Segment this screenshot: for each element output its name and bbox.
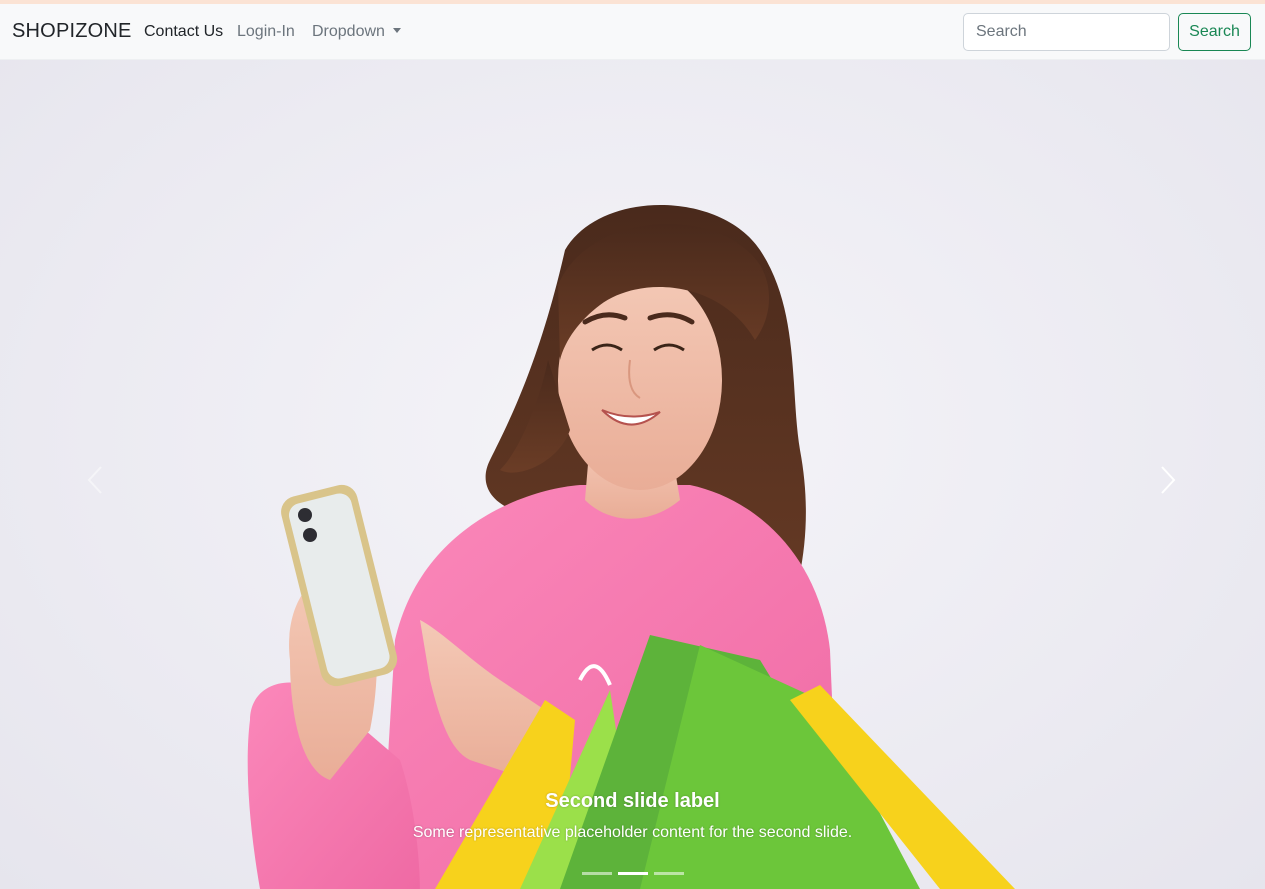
carousel-next-button[interactable] [1148,460,1188,500]
carousel-indicator-3[interactable] [653,872,684,875]
hero-carousel: Second slide label Some representative p… [0,60,1265,889]
nav-dropdown-label: Dropdown [312,23,385,40]
carousel-indicators [0,871,1265,877]
search-button[interactable]: Search [1178,13,1251,51]
navbar: SHOPIZONE Contact Us Login-In Dropdown S… [0,4,1265,60]
caret-down-icon [392,28,401,33]
carousel-indicator-1[interactable] [581,872,612,875]
carousel-prev-button[interactable] [75,460,115,500]
nav-link-contact-us[interactable]: Contact Us [144,23,223,41]
search-input[interactable] [963,13,1170,51]
chevron-right-icon [1161,466,1176,494]
nav-link-login-in[interactable]: Login-In [237,23,295,41]
carousel-caption-title: Second slide label [545,790,720,812]
carousel-caption-text: Some representative placeholder content … [412,824,853,841]
slide-image [247,205,1015,889]
nav-dropdown-toggle[interactable]: Dropdown [312,23,401,41]
carousel-indicator-2[interactable] [617,872,648,875]
brand-logo[interactable]: SHOPIZONE [12,20,132,43]
chevron-left-icon [87,466,102,494]
